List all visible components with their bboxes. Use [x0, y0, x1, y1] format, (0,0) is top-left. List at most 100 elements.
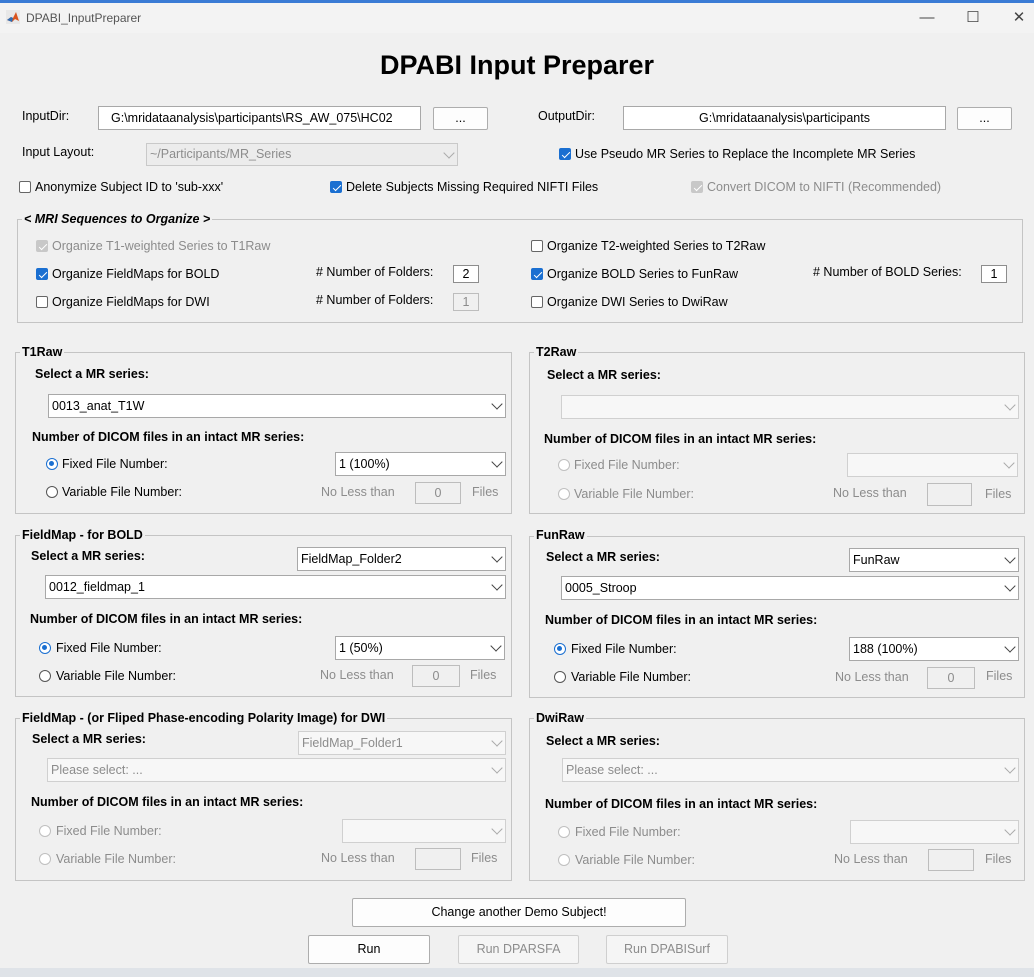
organize-t2-checkbox[interactable]	[531, 240, 543, 252]
title-bar[interactable]	[0, 3, 1034, 33]
run-dparsfa-button[interactable]: Run DPARSFA	[458, 935, 579, 964]
chevron-down-icon	[1004, 552, 1016, 564]
chevron-down-icon	[1004, 399, 1016, 411]
page-title: DPABI Input Preparer	[379, 50, 655, 80]
t1raw-dicom-label: Number of DICOM files in an intact MR se…	[32, 430, 305, 444]
fieldmap-bold-dicom-label: Number of DICOM files in an intact MR se…	[30, 612, 303, 626]
funraw-folder-select[interactable]: FunRaw	[849, 548, 1019, 572]
funraw-series-select[interactable]: 0005_Stroop	[561, 576, 1019, 600]
dwiraw-series-value: Please select: ...	[566, 763, 658, 777]
fieldmap-bold-series-value: 0012_fieldmap_1	[49, 580, 145, 594]
t1raw-fixed-select[interactable]: 1 (100%)	[335, 452, 506, 476]
t2raw-series-select[interactable]	[561, 395, 1019, 419]
run-dpabisurf-button[interactable]: Run DPABISurf	[606, 935, 728, 964]
chevron-down-icon	[491, 579, 503, 591]
fieldmap-dwi-series-select[interactable]: Please select: ...	[47, 758, 506, 782]
t2raw-dicom-label: Number of DICOM files in an intact MR se…	[544, 432, 817, 446]
bold-series-count-input[interactable]: 1	[981, 265, 1007, 283]
fieldmap-bold-fixed-value: 1 (50%)	[339, 641, 383, 655]
output-dir-field[interactable]: G:\mridataanalysis\participants	[623, 106, 946, 130]
t1raw-min-files-input[interactable]: 0	[415, 482, 461, 504]
fieldmap-dwi-min-files-input[interactable]	[415, 848, 461, 870]
output-dir-browse-button[interactable]: ...	[957, 107, 1012, 130]
anonymize-checkbox[interactable]	[19, 181, 31, 193]
minimize-button[interactable]: —	[904, 5, 950, 31]
organize-fieldmap-dwi-checkbox[interactable]	[36, 296, 48, 308]
t1raw-fixed-radio[interactable]	[46, 458, 58, 470]
t1raw-variable-label: Variable File Number:	[62, 485, 182, 499]
fieldmap-dwi-files-label: Files	[471, 851, 498, 865]
t2raw-no-less-label: No Less than	[833, 486, 907, 500]
dwiraw-fixed-radio[interactable]	[558, 826, 570, 838]
organize-t1-checkbox[interactable]	[36, 240, 48, 252]
input-layout-select[interactable]: ~/Participants/MR_Series	[146, 143, 458, 166]
organize-fieldmap-bold-checkbox[interactable]	[36, 268, 48, 280]
dwiraw-min-files-input[interactable]	[928, 849, 974, 871]
chevron-down-icon	[1004, 762, 1016, 774]
convert-dicom-label: Convert DICOM to NIFTI (Recommended)	[707, 180, 942, 194]
dwiraw-variable-label: Variable File Number:	[575, 853, 695, 867]
organize-t1-label: Organize T1-weighted Series to T1Raw	[52, 239, 271, 253]
fieldmap-dwi-panel-title: FieldMap - (or Fliped Phase-encoding Pol…	[20, 711, 388, 725]
fieldmap-bold-fixed-label: Fixed File Number:	[56, 641, 162, 655]
fieldmap-bold-fixed-select[interactable]: 1 (50%)	[335, 636, 505, 660]
dwiraw-select-label: Select a MR series:	[546, 734, 660, 748]
fieldmap-dwi-fixed-select[interactable]	[342, 819, 506, 843]
maximize-button[interactable]: ☐	[950, 5, 996, 31]
pseudo-series-checkbox[interactable]	[559, 148, 571, 160]
dwiraw-fixed-label: Fixed File Number:	[575, 825, 681, 839]
t1raw-files-label: Files	[472, 485, 499, 499]
fieldmap-dwi-fixed-label: Fixed File Number:	[56, 824, 162, 838]
dwiraw-variable-radio[interactable]	[558, 854, 570, 866]
pseudo-series-label: Use Pseudo MR Series to Replace the Inco…	[575, 147, 916, 161]
t1raw-series-value: 0013_anat_T1W	[52, 399, 145, 413]
fieldmap-bold-variable-label: Variable File Number:	[56, 669, 176, 683]
t2raw-min-files-input[interactable]	[927, 483, 972, 506]
funraw-dicom-label: Number of DICOM files in an intact MR se…	[545, 613, 818, 627]
funraw-series-value: 0005_Stroop	[565, 581, 637, 595]
fieldmap-bold-fixed-radio[interactable]	[39, 642, 51, 654]
fieldmap-bold-folders-input[interactable]: 2	[453, 265, 479, 283]
funraw-variable-label: Variable File Number:	[571, 670, 691, 684]
funraw-fixed-select[interactable]: 188 (100%)	[849, 637, 1019, 661]
fieldmap-bold-folder-select[interactable]: FieldMap_Folder2	[297, 547, 506, 571]
input-layout-label: Input Layout:	[22, 145, 95, 159]
input-dir-browse-button[interactable]: ...	[433, 107, 488, 130]
t1raw-variable-radio[interactable]	[46, 486, 58, 498]
input-dir-field[interactable]: G:\mridataanalysis\participants\RS_AW_07…	[98, 106, 421, 130]
fieldmap-dwi-fixed-radio[interactable]	[39, 825, 51, 837]
fieldmap-bold-no-less-label: No Less than	[320, 668, 394, 682]
t2raw-fixed-radio[interactable]	[558, 459, 570, 471]
t2raw-variable-radio[interactable]	[558, 488, 570, 500]
chevron-down-icon	[1004, 580, 1016, 592]
funraw-fixed-radio[interactable]	[554, 643, 566, 655]
fieldmap-dwi-series-value: Please select: ...	[51, 763, 143, 777]
delete-missing-checkbox[interactable]	[330, 181, 342, 193]
chevron-down-icon	[1003, 457, 1015, 469]
fieldmap-dwi-folder-select[interactable]: FieldMap_Folder1	[298, 731, 506, 755]
fieldmap-bold-min-files-input[interactable]: 0	[412, 665, 460, 687]
fieldmap-bold-variable-radio[interactable]	[39, 670, 51, 682]
organize-fieldmap-bold-label: Organize FieldMaps for BOLD	[52, 267, 220, 281]
fieldmap-dwi-variable-radio[interactable]	[39, 853, 51, 865]
fieldmap-dwi-folders-input[interactable]: 1	[453, 293, 479, 311]
t2raw-fixed-select[interactable]	[847, 453, 1018, 477]
organize-bold-checkbox[interactable]	[531, 268, 543, 280]
chevron-down-icon	[491, 823, 503, 835]
fieldmap-bold-series-select[interactable]: 0012_fieldmap_1	[45, 575, 506, 599]
change-demo-subject-button[interactable]: Change another Demo Subject!	[352, 898, 686, 927]
run-button[interactable]: Run	[308, 935, 430, 964]
t1raw-select-label: Select a MR series:	[35, 367, 149, 381]
close-button[interactable]: ✕	[996, 5, 1034, 31]
dwiraw-fixed-select[interactable]	[850, 820, 1019, 844]
organize-t2-label: Organize T2-weighted Series to T2Raw	[547, 239, 766, 253]
funraw-variable-radio[interactable]	[554, 671, 566, 683]
dwiraw-series-select[interactable]: Please select: ...	[562, 758, 1019, 782]
t1raw-series-select[interactable]: 0013_anat_T1W	[48, 394, 506, 418]
chevron-down-icon	[490, 640, 502, 652]
organize-dwi-checkbox[interactable]	[531, 296, 543, 308]
convert-dicom-checkbox[interactable]	[691, 181, 703, 193]
funraw-min-files-input[interactable]: 0	[927, 667, 975, 689]
chevron-down-icon	[443, 146, 455, 159]
bold-series-count-label: # Number of BOLD Series:	[813, 265, 962, 279]
